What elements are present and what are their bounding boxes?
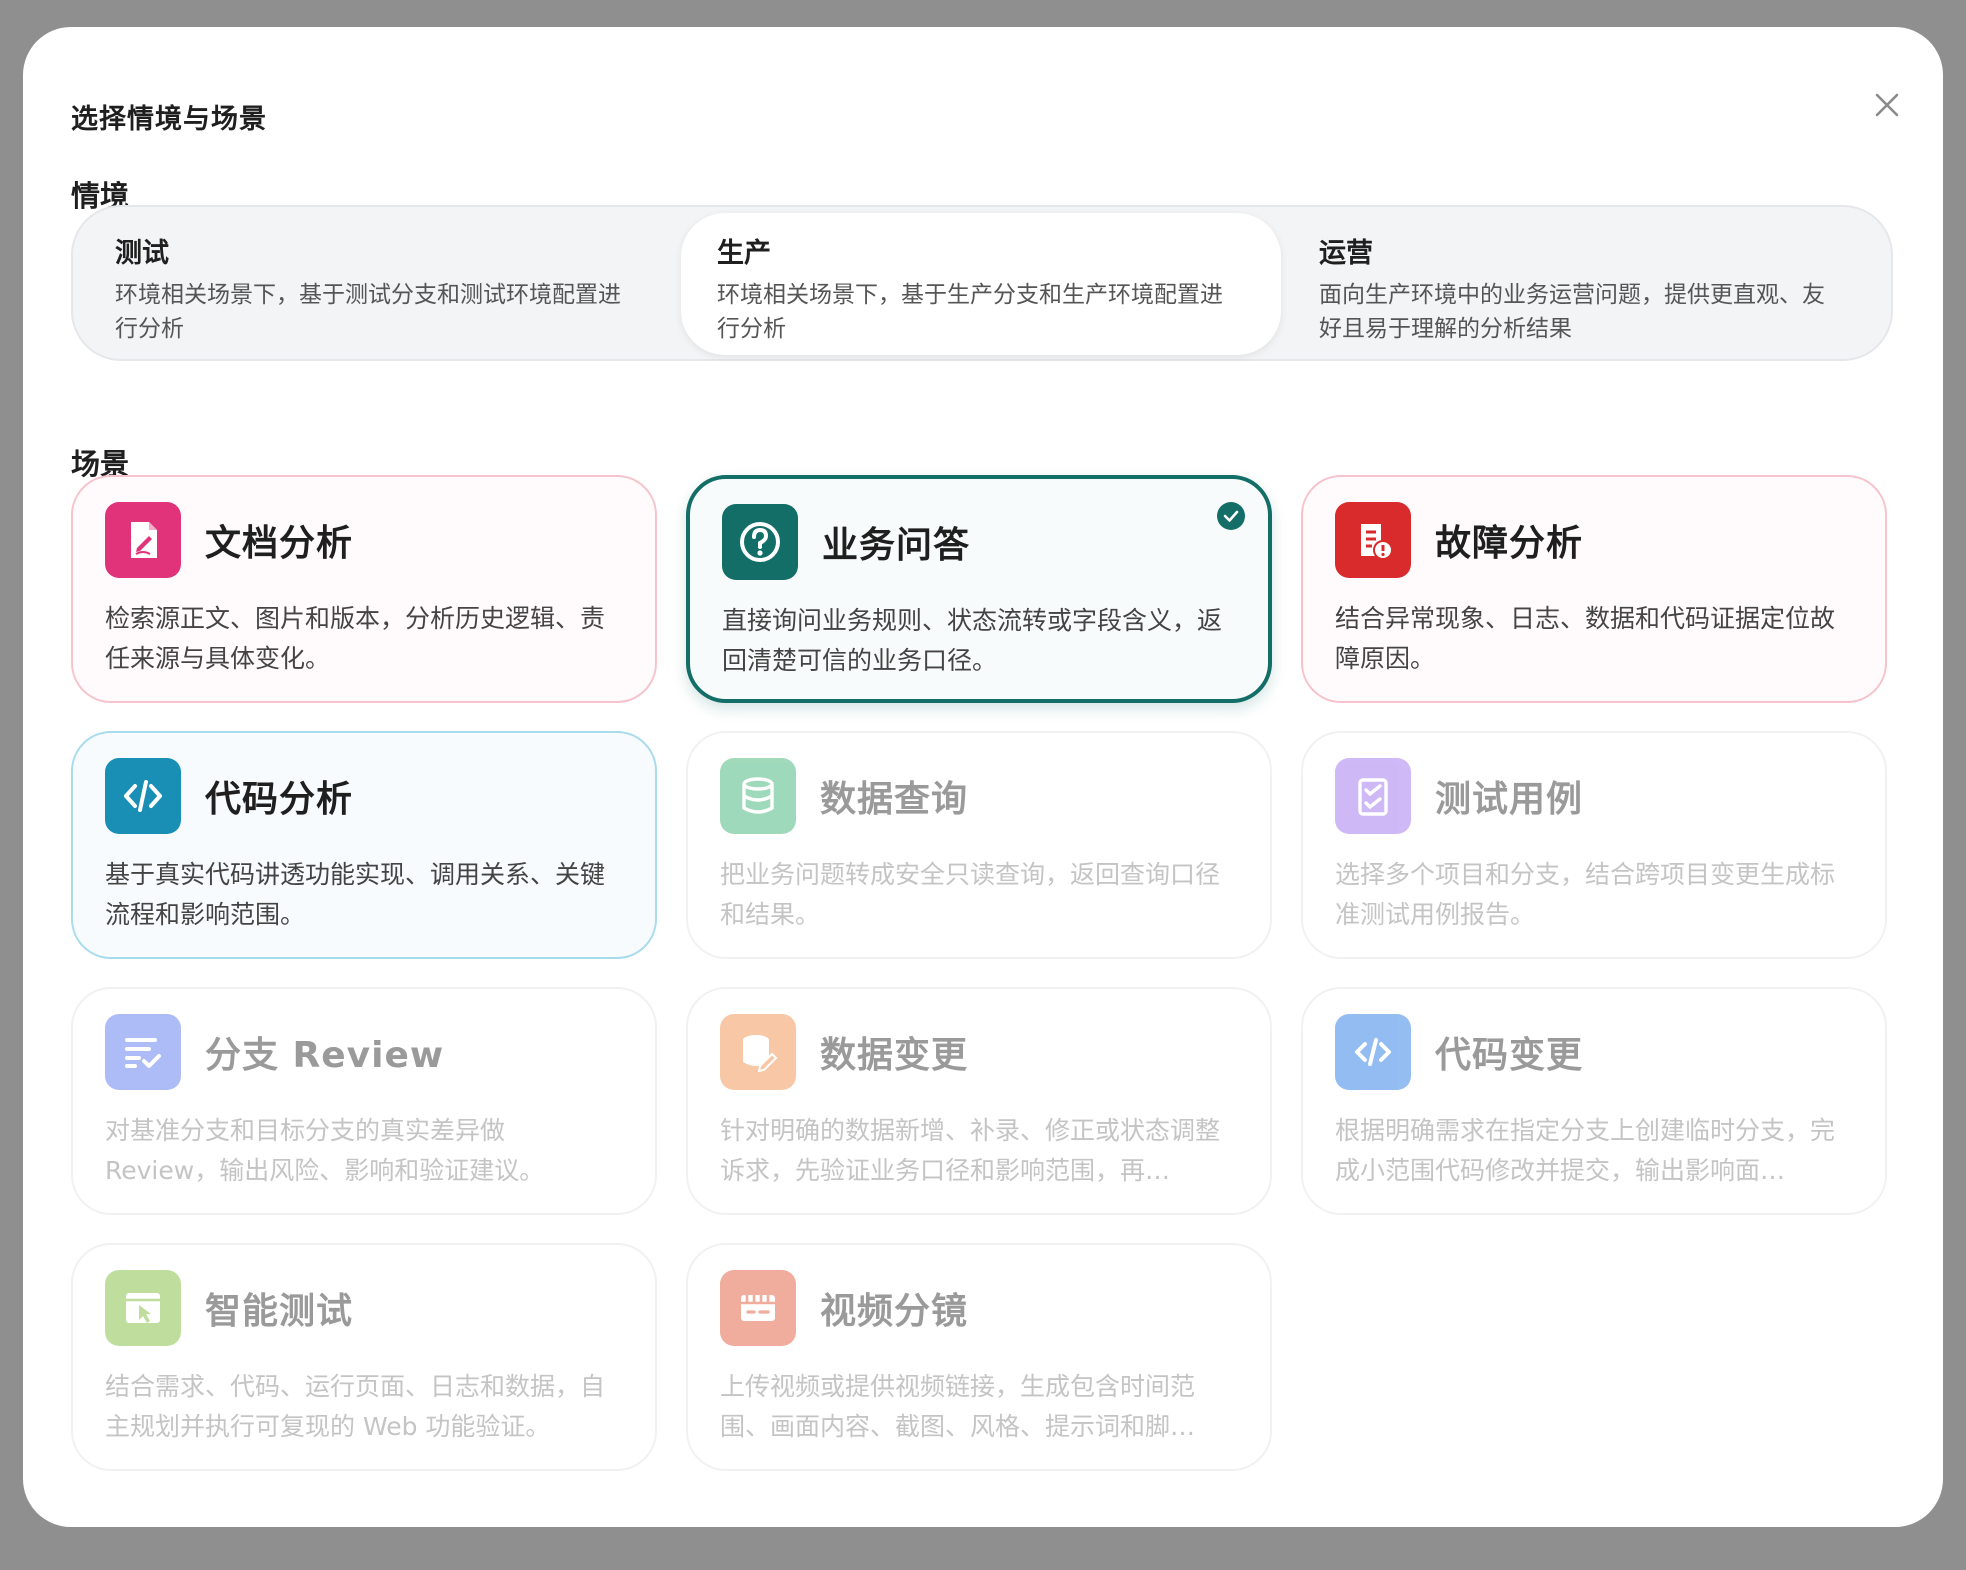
context-title: 运营 [1319,238,1373,269]
scene-card-business-qa[interactable]: 业务问答 直接询问业务规则、状态流转或字段含义，返回清楚可信的业务口径。 [686,475,1272,703]
scene-card-data-query: 数据查询 把业务问题转成安全只读查询，返回查询口径和结果。 [686,731,1272,959]
scene-card-smart-test: 智能测试 结合需求、代码、运行页面、日志和数据，自主规划并执行可复现的 Web … [71,1243,657,1471]
scene-desc: 直接询问业务规则、状态流转或字段含义，返回清楚可信的业务口径。 [722,606,1223,675]
scene-name: 测试用例 [1435,779,1584,820]
scene-card-branch-review: 分支 Review 对基准分支和目标分支的真实差异做 Review，输出风险、影… [71,987,657,1215]
scene-card-code-analysis[interactable]: 代码分析 基于真实代码讲透功能实现、调用关系、关键流程和影响范围。 [71,731,657,959]
browser-cursor-icon [105,1270,181,1346]
close-icon [1875,93,1899,117]
scene-card-test-cases: 测试用例 选择多个项目和分支，结合跨项目变更生成标准测试用例报告。 [1301,731,1887,959]
scene-name: 分支 Review [205,1035,445,1076]
review-list-icon [105,1014,181,1090]
context-title: 生产 [717,238,771,269]
scene-desc: 对基准分支和目标分支的真实差异做 Review，输出风险、影响和验证建议。 [105,1116,545,1185]
dialog-title: 选择情境与场景 [71,104,267,135]
scene-desc: 结合需求、代码、运行页面、日志和数据，自主规划并执行可复现的 Web 功能验证。 [105,1372,606,1441]
scene-desc: 上传视频或提供视频链接，生成包含时间范围、画面内容、截图、风格、提示词和脚… [720,1372,1196,1441]
scene-name: 文档分析 [205,523,354,564]
scene-name: 业务问答 [822,525,971,566]
context-option-test[interactable]: 测试 环境相关场景下，基于测试分支和测试环境配置进行分析 [79,213,679,355]
scene-name: 数据查询 [820,779,969,820]
fault-report-icon [1335,502,1411,578]
scene-card-code-change: 代码变更 根据明确需求在指定分支上创建临时分支，完成小范围代码修改并提交，输出影… [1301,987,1887,1215]
document-edit-icon [105,502,181,578]
context-desc: 环境相关场景下，基于测试分支和测试环境配置进行分析 [115,282,621,342]
close-button[interactable] [1867,85,1907,125]
code-icon [105,758,181,834]
scene-card-video-storyboard: 视频分镜 上传视频或提供视频链接，生成包含时间范围、画面内容、截图、风格、提示词… [686,1243,1272,1471]
scene-name: 故障分析 [1435,523,1584,564]
context-desc: 面向生产环境中的业务运营问题，提供更直观、友好且易于理解的分析结果 [1319,282,1825,342]
scene-desc: 结合异常现象、日志、数据和代码证据定位故障原因。 [1335,604,1836,673]
scene-name: 视频分镜 [820,1291,969,1332]
scene-name: 代码分析 [205,779,354,820]
question-icon [722,504,798,580]
context-segmented-control: 测试 环境相关场景下，基于测试分支和测试环境配置进行分析 生产 环境相关场景下，… [71,205,1893,361]
scene-desc: 根据明确需求在指定分支上创建临时分支，完成小范围代码修改并提交，输出影响面… [1335,1116,1836,1185]
scene-desc: 针对明确的数据新增、补录、修正或状态调整诉求，先验证业务口径和影响范围，再… [720,1116,1221,1185]
scene-desc: 基于真实代码讲透功能实现、调用关系、关键流程和影响范围。 [105,860,606,929]
database-icon [720,758,796,834]
scene-name: 数据变更 [820,1035,969,1076]
scene-selection-dialog: 选择情境与场景 情境 测试 环境相关场景下，基于测试分支和测试环境配置进行分析 … [23,27,1943,1527]
checklist-icon [1335,758,1411,834]
scene-desc: 选择多个项目和分支，结合跨项目变更生成标准测试用例报告。 [1335,860,1836,929]
scene-card-fault-analysis[interactable]: 故障分析 结合异常现象、日志、数据和代码证据定位故障原因。 [1301,475,1887,703]
context-title: 测试 [115,238,169,269]
context-option-operations[interactable]: 运营 面向生产环境中的业务运营问题，提供更直观、友好且易于理解的分析结果 [1283,213,1883,355]
database-edit-icon [720,1014,796,1090]
context-desc: 环境相关场景下，基于生产分支和生产环境配置进行分析 [717,282,1223,342]
scene-card-doc-analysis[interactable]: 文档分析 检索源正文、图片和版本，分析历史逻辑、责任来源与具体变化。 [71,475,657,703]
scene-desc: 检索源正文、图片和版本，分析历史逻辑、责任来源与具体变化。 [105,604,606,673]
storyboard-icon [720,1270,796,1346]
context-option-production[interactable]: 生产 环境相关场景下，基于生产分支和生产环境配置进行分析 [681,213,1281,355]
code-change-icon [1335,1014,1411,1090]
scene-name: 智能测试 [205,1291,354,1332]
scene-desc: 把业务问题转成安全只读查询，返回查询口径和结果。 [720,860,1221,929]
scene-card-data-change: 数据变更 针对明确的数据新增、补录、修正或状态调整诉求，先验证业务口径和影响范围… [686,987,1272,1215]
selected-check-icon [1217,502,1245,530]
scene-name: 代码变更 [1435,1035,1584,1076]
